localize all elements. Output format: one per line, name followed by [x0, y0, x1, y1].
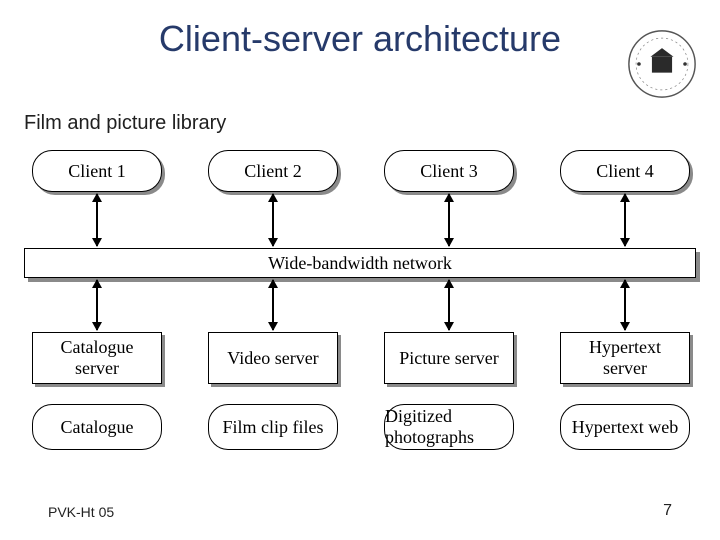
server-node: Video server: [208, 332, 338, 384]
bidirectional-arrow-icon: [96, 280, 98, 330]
client-node: Client 3: [384, 150, 514, 192]
client-node: Client 4: [560, 150, 690, 192]
bidirectional-arrow-icon: [448, 280, 450, 330]
datastore-node: Digitized photographs: [384, 404, 514, 450]
diagram-area: Client 1 Client 2 Client 3 Client 4 Wide…: [24, 150, 696, 480]
datastore-node: Film clip files: [208, 404, 338, 450]
bidirectional-arrow-icon: [448, 194, 450, 246]
datastore-node: Catalogue: [32, 404, 162, 450]
bidirectional-arrow-icon: [272, 194, 274, 246]
slide-title: Client-server architecture: [0, 18, 720, 60]
university-seal-logo: [626, 28, 698, 100]
server-node: Catalogue server: [32, 332, 162, 384]
page-number: 7: [663, 502, 672, 520]
bidirectional-arrow-icon: [96, 194, 98, 246]
bidirectional-arrow-icon: [624, 280, 626, 330]
bidirectional-arrow-icon: [624, 194, 626, 246]
datastore-node: Hypertext web: [560, 404, 690, 450]
footer-code: PVK-Ht 05: [48, 504, 114, 520]
client-node: Client 1: [32, 150, 162, 192]
network-bar: Wide-bandwidth network: [24, 248, 696, 278]
server-node: Picture server: [384, 332, 514, 384]
bidirectional-arrow-icon: [272, 280, 274, 330]
slide-subtitle: Film and picture library: [24, 112, 226, 135]
server-node: Hypertext server: [560, 332, 690, 384]
client-node: Client 2: [208, 150, 338, 192]
